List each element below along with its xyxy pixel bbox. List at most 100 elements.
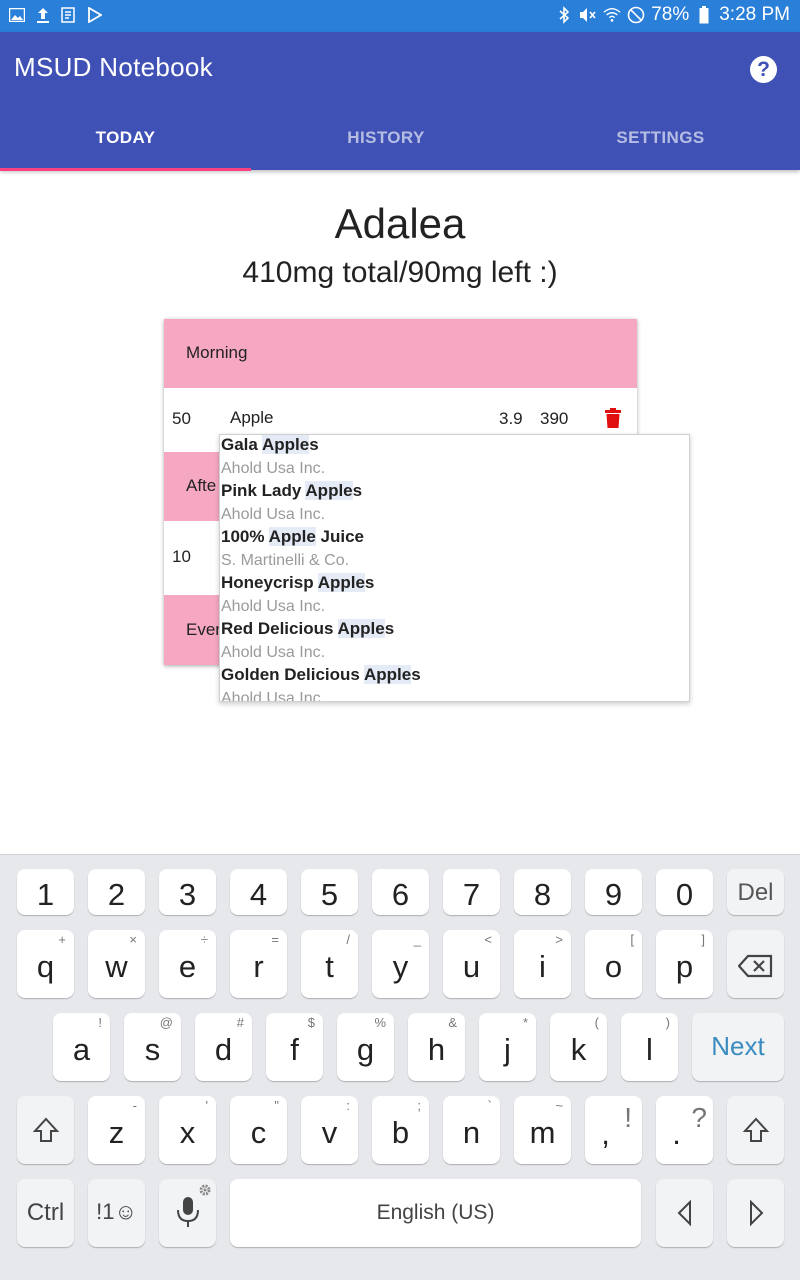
notification-icons (8, 6, 104, 24)
app-bar: MSUD Notebook ? TODAY HISTORY SETTINGS (0, 32, 800, 171)
meal-label: Morning (186, 343, 248, 362)
key-n[interactable]: n ` (443, 1096, 500, 1164)
key-l[interactable]: l) (621, 1013, 678, 1081)
suggestion-item[interactable]: Red Delicious Apples Ahold Usa Inc. (221, 619, 681, 665)
key-7[interactable]: 7 (443, 869, 500, 915)
suggestion-brand: Ahold Usa Inc. (221, 598, 326, 615)
tab-today[interactable]: TODAY (0, 128, 251, 164)
autocomplete-dropdown: Gala Apples Ahold Usa Inc. Pink Lady App… (219, 434, 690, 702)
upload-icon (34, 6, 52, 24)
suggestion-brand: Ahold Usa Inc. (221, 506, 326, 523)
battery-percent: 78% (651, 4, 690, 25)
suggestion-item[interactable]: 100% Apple Juice S. Martinelli & Co. (221, 527, 681, 573)
tab-settings[interactable]: SETTINGS (521, 128, 800, 164)
suggestion-item[interactable]: Honeycrisp Apples Ahold Usa Inc. (221, 573, 681, 619)
key-5[interactable]: 5 (301, 869, 358, 915)
key-0[interactable]: 0 (656, 869, 713, 915)
key-9[interactable]: 9 (585, 869, 642, 915)
microphone-icon (159, 1195, 216, 1237)
key-period[interactable]: . ? (656, 1096, 713, 1164)
key-c[interactable]: c " (230, 1096, 287, 1164)
battery-icon (695, 6, 713, 24)
key-z[interactable]: z- (88, 1096, 145, 1164)
tab-bar: TODAY HISTORY SETTINGS (0, 120, 800, 170)
backspace-icon (727, 950, 784, 986)
status-bar: 78% 3:28 PM (0, 0, 800, 32)
key-x[interactable]: x ' (159, 1096, 216, 1164)
key-ctrl[interactable]: Ctrl (17, 1179, 74, 1247)
key-backspace[interactable] (727, 930, 784, 998)
shift-icon (727, 1116, 784, 1152)
key-2[interactable]: 2 (88, 869, 145, 915)
key-cursor-left[interactable] (656, 1179, 713, 1247)
arrow-right-icon (727, 1199, 784, 1235)
key-h[interactable]: h & (408, 1013, 465, 1081)
system-status: 78% 3:28 PM (555, 4, 790, 26)
suggestion-brand: S. Martinelli & Co. (221, 552, 350, 569)
amount-input[interactable]: 50 (172, 409, 191, 429)
key-w[interactable]: w × (88, 930, 145, 998)
person-name: Adalea (334, 200, 466, 247)
key-8[interactable]: 8 (514, 869, 571, 915)
key-4[interactable]: 4 (230, 869, 287, 915)
key-k[interactable]: k( (550, 1013, 607, 1081)
key-s[interactable]: s @ (124, 1013, 181, 1081)
key-g[interactable]: g% (337, 1013, 394, 1081)
shift-icon (17, 1116, 74, 1152)
key-space[interactable]: English (US) (230, 1179, 641, 1247)
help-button[interactable]: ? (750, 56, 777, 83)
suggestion-name: 100% Apple Juice (221, 527, 365, 546)
key-q[interactable]: q + (17, 930, 74, 998)
key-comma[interactable]: , ! (585, 1096, 642, 1164)
daily-summary: 410mg total/90mg left :) (242, 256, 558, 289)
suggestion-name: Pink Lady Apples (221, 481, 363, 500)
key-j[interactable]: j * (479, 1013, 536, 1081)
key-u[interactable]: u < (443, 930, 500, 998)
key-y[interactable]: y _ (372, 930, 429, 998)
key-p[interactable]: p] (656, 930, 713, 998)
play-store-icon (86, 6, 104, 24)
key-del[interactable]: Del (727, 869, 784, 915)
key-m[interactable]: m ~ (514, 1096, 571, 1164)
key-t[interactable]: t / (301, 930, 358, 998)
key-a[interactable]: a! (53, 1013, 110, 1081)
key-o[interactable]: o[ (585, 930, 642, 998)
key-b[interactable]: b; (372, 1096, 429, 1164)
bluetooth-icon (555, 6, 573, 24)
do-not-disturb-icon (627, 6, 645, 24)
key-cursor-right[interactable] (727, 1179, 784, 1247)
suggestion-item[interactable]: Gala Apples Ahold Usa Inc. (221, 435, 681, 481)
arrow-left-icon (656, 1199, 713, 1235)
food-input[interactable]: Apple (230, 408, 273, 428)
key-symbols[interactable]: !1☺ (88, 1179, 145, 1247)
clock: 3:28 PM (719, 4, 790, 25)
key-d[interactable]: d # (195, 1013, 252, 1081)
key-6[interactable]: 6 (372, 869, 429, 915)
food-mg: 390 (540, 409, 569, 428)
tab-history[interactable]: HISTORY (251, 128, 521, 164)
help-icon: ? (757, 57, 770, 81)
key-f[interactable]: f $ (266, 1013, 323, 1081)
suggestion-brand: Ahold Usa Inc. (221, 690, 326, 702)
key-shift-left[interactable] (17, 1096, 74, 1164)
spreadsheet-icon (60, 6, 78, 24)
food-factor: 3.9 (499, 409, 523, 428)
mute-icon (579, 6, 597, 24)
key-i[interactable]: i > (514, 930, 571, 998)
meal-header-morning[interactable]: Morning (164, 319, 637, 388)
key-3[interactable]: 3 (159, 869, 216, 915)
suggestion-name: Red Delicious Apples (221, 619, 395, 638)
key-1[interactable]: 1 (17, 869, 74, 915)
suggestion-name: Gala Apples (221, 435, 319, 454)
suggestion-item[interactable]: Pink Lady Apples Ahold Usa Inc. (221, 481, 681, 527)
suggestion-item[interactable]: Golden Delicious Apples Ahold Usa Inc. (221, 665, 681, 702)
key-voice[interactable] (159, 1179, 216, 1247)
tab-indicator (0, 168, 251, 171)
key-next[interactable]: Next (692, 1013, 784, 1081)
key-shift-right[interactable] (727, 1096, 784, 1164)
key-v[interactable]: v: (301, 1096, 358, 1164)
key-r[interactable]: r = (230, 930, 287, 998)
key-e[interactable]: e ÷ (159, 930, 216, 998)
delete-icon[interactable] (605, 408, 623, 428)
amount-input[interactable]: 10 (172, 547, 191, 567)
